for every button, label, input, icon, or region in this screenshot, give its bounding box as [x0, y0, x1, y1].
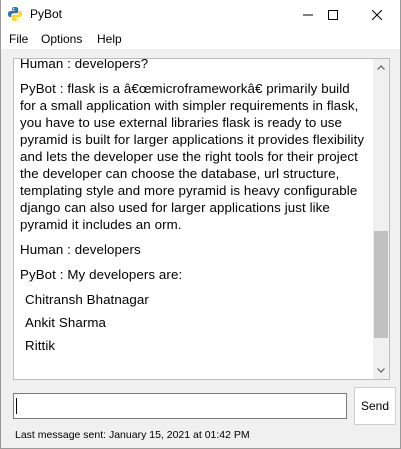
close-button[interactable]	[354, 0, 400, 29]
close-icon	[372, 9, 382, 20]
scroll-up-button[interactable]	[373, 59, 389, 76]
menu-bar: File Options Help	[1, 29, 400, 49]
pybot-window: PyBot File Options Help Human : develope…	[0, 0, 401, 449]
developer-name: Rittik	[25, 338, 56, 353]
last-sent-status: Last message sent: January 15, 2021 at 0…	[15, 429, 250, 441]
chat-message: PyBot : My developers are:	[20, 267, 183, 282]
chat-log[interactable]: Human : developers? PyBot : flask is a â…	[13, 58, 390, 380]
menu-help[interactable]: Help	[97, 31, 122, 47]
title-bar: PyBot	[1, 0, 400, 29]
scroll-down-button[interactable]	[373, 362, 389, 379]
chat-message: PyBot : flask is a â€œmicroframeworkâ€ p…	[20, 81, 368, 232]
chevron-up-icon	[377, 65, 385, 70]
chat-message: Human : developers?	[20, 58, 149, 71]
developer-name: Ankit Sharma	[25, 315, 107, 330]
text-caret	[16, 398, 17, 414]
maximize-button[interactable]	[310, 0, 356, 29]
developer-name: Chitransh Bhatnagar	[25, 292, 149, 307]
scrollbar-thumb[interactable]	[374, 231, 388, 338]
send-button[interactable]: Send	[354, 387, 396, 425]
chat-message: Human : developers	[20, 242, 141, 257]
window-title: PyBot	[30, 7, 63, 21]
menu-file[interactable]: File	[9, 31, 28, 47]
chat-content: Human : developers? PyBot : flask is a â…	[20, 58, 368, 360]
python-icon	[8, 7, 22, 21]
menu-options[interactable]: Options	[41, 31, 82, 47]
vertical-scrollbar[interactable]	[373, 59, 389, 379]
maximize-icon	[328, 9, 338, 20]
chevron-down-icon	[377, 368, 385, 373]
message-input[interactable]	[13, 393, 347, 419]
